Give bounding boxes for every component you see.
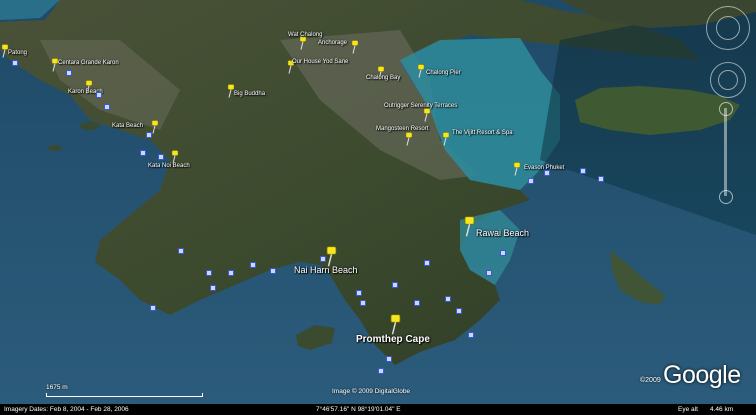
scale-label: 1675 m: [46, 384, 68, 391]
look-joystick-icon[interactable]: [716, 16, 740, 40]
zoom-in-icon[interactable]: [719, 102, 733, 116]
placemark-pin-icon[interactable]: [298, 36, 308, 50]
photo-marker-icon[interactable]: [528, 178, 534, 184]
zoom-slider[interactable]: [724, 108, 727, 196]
google-logo: Google: [663, 361, 741, 389]
scale-bar: [46, 393, 203, 397]
placemark-label[interactable]: Kata Beach: [112, 123, 143, 129]
photo-marker-icon[interactable]: [210, 285, 216, 291]
logo-copyright: ©2009: [640, 377, 661, 384]
placemark-label[interactable]: Big Buddha: [234, 91, 265, 97]
placemark-label[interactable]: Chalong Pier: [426, 70, 461, 76]
photo-marker-icon[interactable]: [206, 270, 212, 276]
placemark-pin-icon[interactable]: [462, 216, 477, 237]
move-center-icon[interactable]: [718, 70, 738, 90]
imagery-credit: Image © 2009 DigitalGlobe: [332, 388, 411, 395]
photo-marker-icon[interactable]: [378, 368, 384, 374]
photo-marker-icon[interactable]: [96, 92, 102, 98]
placemark-label[interactable]: Wat Chalong: [288, 32, 322, 38]
photo-marker-icon[interactable]: [104, 104, 110, 110]
photo-marker-icon[interactable]: [150, 305, 156, 311]
placemark-label[interactable]: Kata Noi Beach: [148, 163, 190, 169]
placemark-pin-icon[interactable]: [388, 314, 403, 335]
eye-alt-value: 4.46 km: [710, 406, 734, 413]
photo-marker-icon[interactable]: [468, 332, 474, 338]
imagery-dates: Imagery Dates: Feb 8, 2004 - Feb 28, 200…: [4, 406, 129, 413]
photo-marker-icon[interactable]: [146, 132, 152, 138]
zoom-out-icon[interactable]: [719, 190, 733, 204]
photo-marker-icon[interactable]: [228, 270, 234, 276]
eye-alt-label: Eye alt: [678, 406, 698, 413]
photo-marker-icon[interactable]: [392, 282, 398, 288]
photo-marker-icon[interactable]: [360, 300, 366, 306]
placemark-label[interactable]: Nai Harn Beach: [294, 265, 358, 275]
placemark-label[interactable]: Outrigger Serenity Terraces: [384, 103, 457, 109]
photo-marker-icon[interactable]: [140, 150, 146, 156]
pointer-coordinates: 7°46'57.16" N 98°19'01.04" E: [316, 406, 401, 413]
photo-marker-icon[interactable]: [66, 70, 72, 76]
photo-marker-icon[interactable]: [270, 268, 276, 274]
photo-marker-icon[interactable]: [544, 170, 550, 176]
placemark-label[interactable]: Anchorage: [318, 40, 347, 46]
photo-marker-icon[interactable]: [500, 250, 506, 256]
photo-marker-icon[interactable]: [250, 262, 256, 268]
placemark-label[interactable]: Rawai Beach: [476, 228, 529, 238]
placemark-pin-icon[interactable]: [416, 64, 426, 78]
placemark-label[interactable]: Centara Grande Karon: [58, 60, 119, 66]
placemark-pin-icon[interactable]: [350, 40, 360, 54]
placemark-pin-icon[interactable]: [422, 108, 432, 122]
placemark-pin-icon[interactable]: [512, 162, 522, 176]
photo-marker-icon[interactable]: [356, 290, 362, 296]
placemark-label[interactable]: Patong: [8, 50, 27, 56]
photo-marker-icon[interactable]: [424, 260, 430, 266]
placemark-pin-icon[interactable]: [441, 132, 451, 146]
photo-marker-icon[interactable]: [178, 248, 184, 254]
placemark-label[interactable]: Mangosteen Resort: [376, 126, 428, 132]
map-viewport[interactable]: Patong Centara Grande Karon Karon Beach Kat…: [0, 0, 756, 415]
navigation-control[interactable]: [704, 4, 754, 204]
placemark-label[interactable]: The Vijitt Resort & Spa: [452, 130, 513, 136]
photo-marker-icon[interactable]: [12, 60, 18, 66]
placemark-pin-icon[interactable]: [324, 246, 339, 267]
photo-marker-icon[interactable]: [414, 300, 420, 306]
photo-marker-icon[interactable]: [456, 308, 462, 314]
photo-marker-icon[interactable]: [320, 256, 326, 262]
placemark-pin-icon[interactable]: [170, 150, 180, 164]
placemark-label[interactable]: Chalong Bay: [366, 75, 400, 81]
placemark-label[interactable]: Our House Yod Sane: [292, 59, 348, 65]
photo-marker-icon[interactable]: [486, 270, 492, 276]
photo-marker-icon[interactable]: [580, 168, 586, 174]
photo-marker-icon[interactable]: [598, 176, 604, 182]
photo-marker-icon[interactable]: [445, 296, 451, 302]
status-bar: Imagery Dates: Feb 8, 2004 - Feb 28, 200…: [0, 404, 756, 415]
placemark-label[interactable]: Promthep Cape: [356, 334, 430, 345]
placemark-pin-icon[interactable]: [404, 132, 414, 146]
photo-marker-icon[interactable]: [158, 154, 164, 160]
photo-marker-icon[interactable]: [386, 356, 392, 362]
